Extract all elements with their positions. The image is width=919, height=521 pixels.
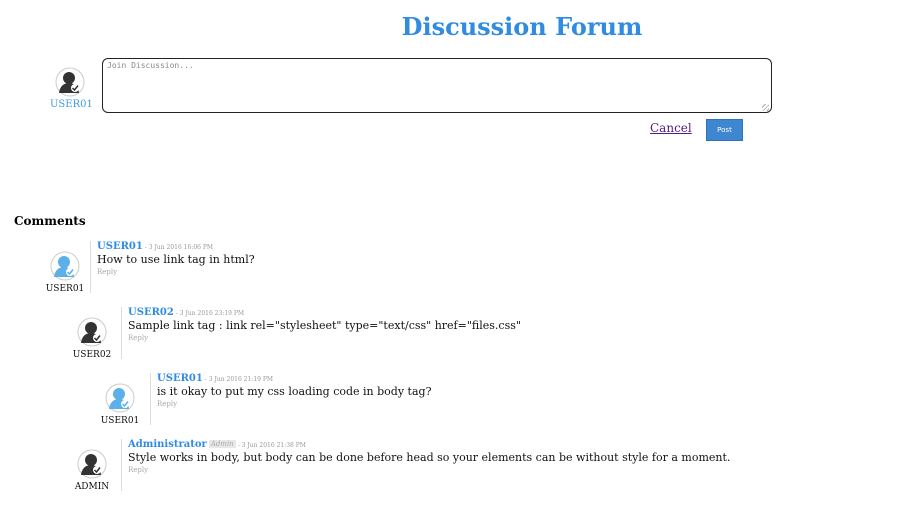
comment-body: USER01- 3 Jun 2016 21:19 PM is it okay t…	[157, 373, 431, 408]
comment-timestamp: - 3 Jun 2016 21:38 PM	[237, 442, 306, 449]
comment-text: Style works in body, but body can be don…	[128, 451, 731, 464]
composer-user: USER01	[50, 67, 93, 110]
comment-username[interactable]: USER01	[157, 373, 203, 384]
reply-link[interactable]: Reply	[128, 466, 730, 474]
resize-handle[interactable]	[762, 104, 769, 111]
comment-author-name: USER01	[100, 416, 140, 426]
comment-divider	[90, 241, 91, 293]
comment-username[interactable]: USER01	[97, 241, 143, 252]
reply-link[interactable]: Reply	[128, 334, 521, 342]
page-title: Discussion Forum	[401, 12, 643, 41]
user-avatar-icon	[77, 317, 107, 347]
admin-badge: Admin	[208, 440, 236, 448]
comment-username[interactable]: Administrator	[128, 439, 207, 450]
comment-username[interactable]: USER02	[128, 307, 174, 318]
discussion-forum-page: Discussion Forum USER01 Cancel Post Comm…	[0, 0, 919, 521]
comments-heading: Comments	[14, 214, 86, 228]
reply-link[interactable]: Reply	[157, 400, 431, 408]
comment-body: USER01- 3 Jun 2016 16:06 PM How to use l…	[97, 241, 255, 276]
comment-body: Administrator Admin - 3 Jun 2016 21:38 PM …	[128, 439, 730, 474]
comment-meta: Administrator Admin - 3 Jun 2016 21:38 PM	[128, 439, 730, 450]
comment-author: USER01	[100, 383, 140, 426]
comment-author-name: ADMIN	[74, 482, 110, 492]
comment-author-name: USER02	[72, 350, 112, 360]
comment-divider	[150, 373, 151, 425]
comment-timestamp: - 3 Jun 2016 23:19 PM	[175, 310, 245, 317]
comment-timestamp: - 3 Jun 2016 16:06 PM	[144, 244, 214, 251]
comment-meta: USER02- 3 Jun 2016 23:19 PM	[128, 307, 521, 318]
post-button[interactable]: Post	[706, 119, 743, 141]
comment-text: Sample link tag : link rel="stylesheet" …	[128, 319, 521, 332]
user-avatar-icon	[77, 449, 107, 479]
comment-author: USER02	[72, 317, 112, 360]
composer-username: USER01	[50, 99, 93, 110]
user-avatar-icon	[55, 67, 85, 97]
comment-timestamp: - 3 Jun 2016 21:19 PM	[204, 376, 274, 383]
comment-author: USER01	[45, 251, 85, 294]
cancel-link[interactable]: Cancel	[650, 121, 692, 135]
comment-author: ADMIN	[72, 449, 112, 492]
comment-divider	[121, 307, 122, 359]
comment-divider	[121, 439, 122, 491]
comment-meta: USER01- 3 Jun 2016 21:19 PM	[157, 373, 431, 384]
comment-author-name: USER01	[45, 284, 85, 294]
comment-text: How to use link tag in html?	[97, 253, 255, 266]
comment-text: is it okay to put my css loading code in…	[157, 385, 432, 398]
comment-meta: USER01- 3 Jun 2016 16:06 PM	[97, 241, 255, 252]
comment-body: USER02- 3 Jun 2016 23:19 PM Sample link …	[128, 307, 521, 342]
reply-link[interactable]: Reply	[97, 268, 255, 276]
user-avatar-icon	[105, 383, 135, 413]
user-avatar-icon	[50, 251, 80, 281]
comment-input[interactable]	[102, 58, 772, 113]
